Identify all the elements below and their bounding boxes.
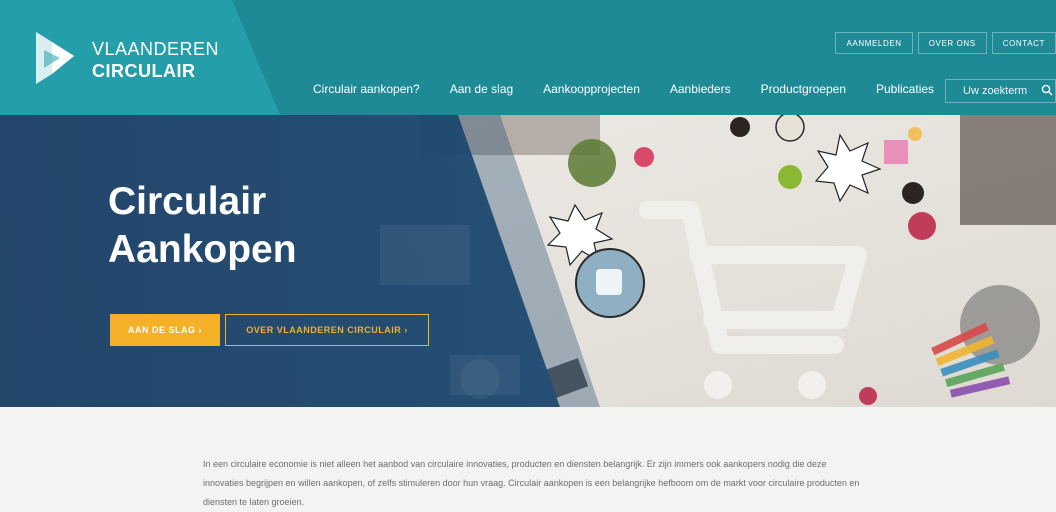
site-header: VLAANDEREN CIRCULAIR AANMELDEN OVER ONS … — [0, 0, 1056, 115]
intro-section: In een circulaire economie is niet allee… — [0, 407, 1056, 512]
logo-line-circulair: CIRCULAIR — [92, 61, 196, 81]
hero-banner: Circulair Aankopen AAN DE SLAG › OVER VL… — [0, 115, 1056, 407]
vlaanderen-circulair-logo-icon — [36, 32, 74, 84]
logo-panel[interactable]: VLAANDEREN CIRCULAIR — [0, 0, 280, 115]
nav-item-aankoopprojecten[interactable]: Aankoopprojecten — [543, 82, 640, 96]
main-nav: Circulair aankopen? Aan de slag Aankoopp… — [313, 82, 964, 96]
about-vlaanderen-circulair-button[interactable]: OVER VLAANDEREN CIRCULAIR › — [225, 314, 429, 346]
logo-text: VLAANDEREN CIRCULAIR — [92, 40, 219, 80]
about-us-button[interactable]: OVER ONS — [917, 32, 987, 54]
get-started-button[interactable]: AAN DE SLAG › — [110, 314, 220, 346]
search-placeholder: Uw zoekterm — [963, 85, 1028, 97]
hero-title: Circulair Aankopen — [108, 178, 297, 274]
nav-item-aan-de-slag[interactable]: Aan de slag — [450, 82, 513, 96]
nav-item-productgroepen[interactable]: Productgroepen — [761, 82, 846, 96]
contact-button[interactable]: CONTACT — [991, 32, 1056, 54]
logo-line-vlaanderen: VLAANDEREN — [92, 39, 220, 59]
nav-item-aanbieders[interactable]: Aanbieders — [670, 82, 731, 96]
utility-nav: AANMELDEN OVER ONS CONTACT — [835, 32, 1056, 54]
login-button[interactable]: AANMELDEN — [835, 32, 913, 54]
page: VLAANDEREN CIRCULAIR AANMELDEN OVER ONS … — [0, 0, 1056, 512]
nav-item-publicaties[interactable]: Publicaties — [876, 82, 934, 96]
search-input[interactable]: Uw zoekterm — [945, 79, 1056, 103]
hero-title-line1: Circulair — [108, 180, 267, 223]
nav-item-circulair-aankopen[interactable]: Circulair aankopen? — [313, 82, 420, 96]
search-icon[interactable] — [1041, 84, 1053, 96]
hero-title-line2: Aankopen — [108, 228, 297, 271]
intro-paragraph: In een circulaire economie is niet allee… — [203, 459, 860, 507]
